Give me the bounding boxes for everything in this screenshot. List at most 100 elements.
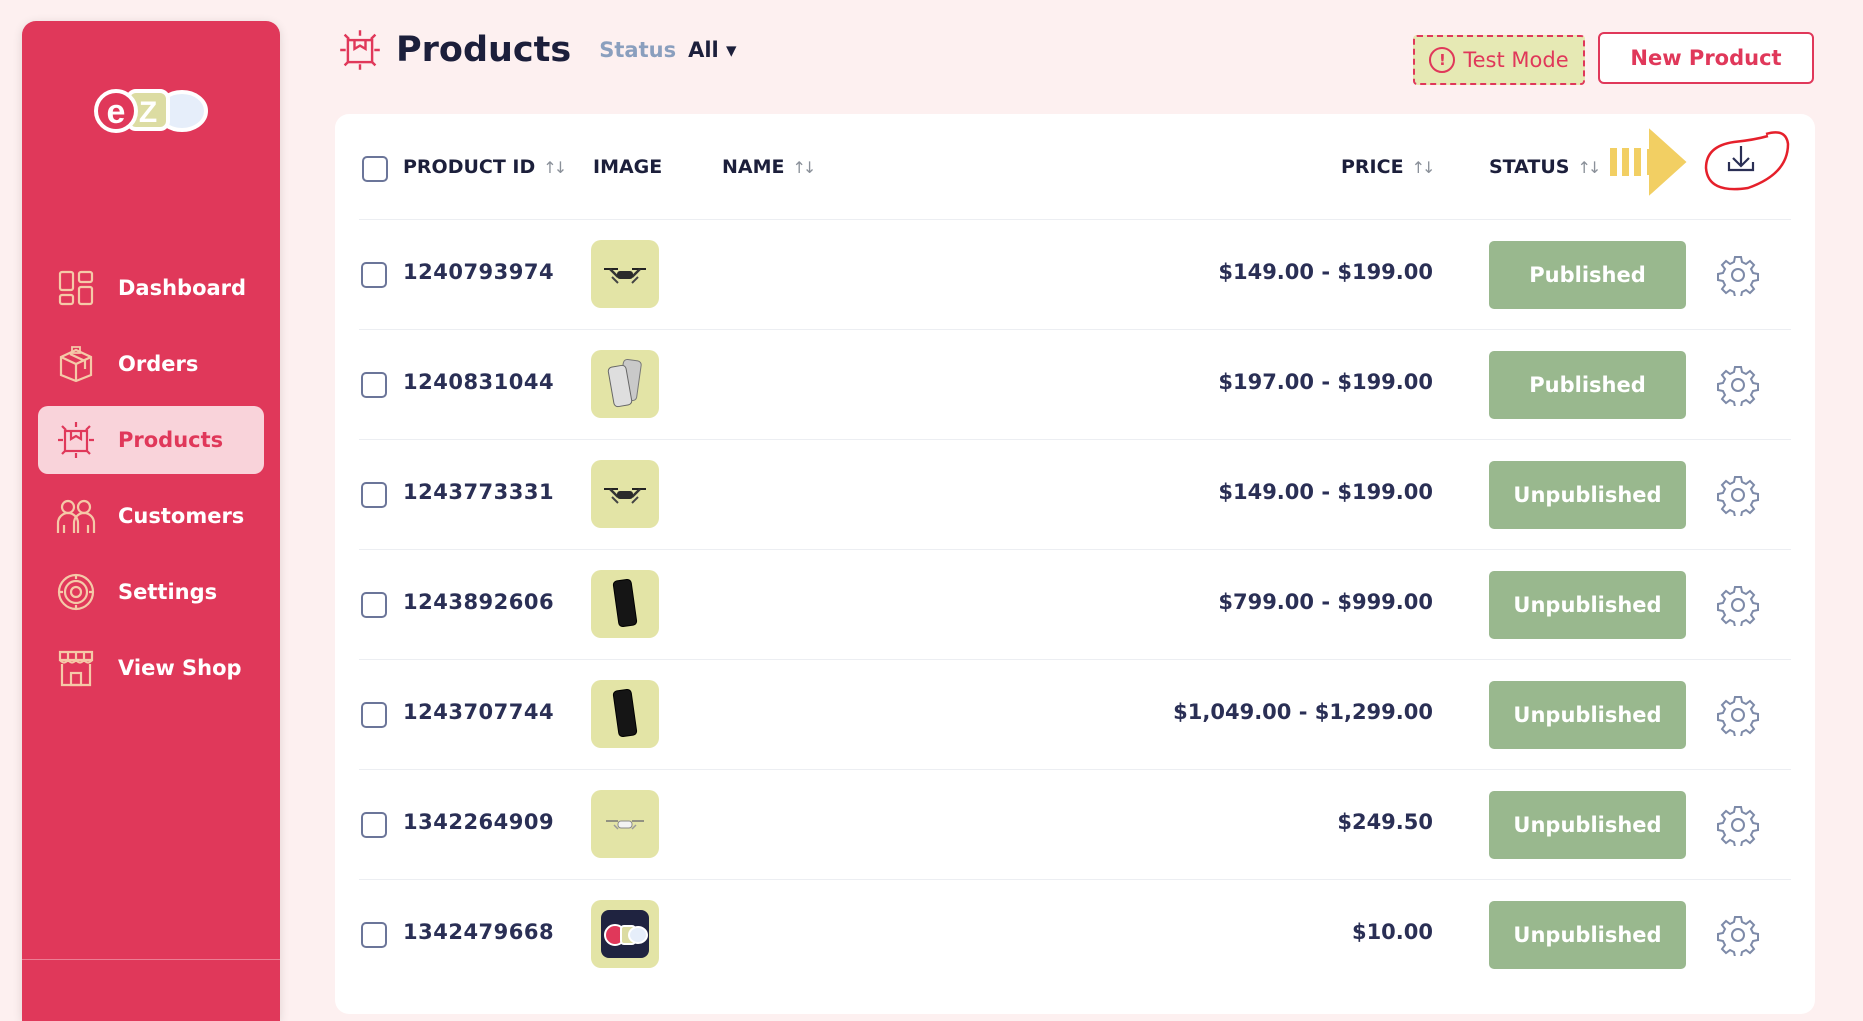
product-id[interactable]: 1243892606 xyxy=(403,590,554,614)
table-row[interactable]: 1243773331 $149.00 - $199.00 Unpublished xyxy=(359,439,1791,550)
sidebar-item-orders[interactable]: Orders xyxy=(38,330,264,398)
row-checkbox[interactable] xyxy=(361,262,387,288)
column-image: IMAGE xyxy=(593,156,662,178)
page-title: Products xyxy=(396,30,572,70)
sidebar-item-label: Customers xyxy=(118,504,245,528)
product-price: $10.00 xyxy=(1351,920,1433,944)
status-button[interactable]: Unpublished xyxy=(1489,681,1686,749)
test-mode-label: Test Mode xyxy=(1463,48,1569,72)
column-name[interactable]: NAME ↑↓ xyxy=(722,156,817,178)
column-status[interactable]: STATUS ↑↓ xyxy=(1489,156,1601,178)
sort-icon[interactable]: ↑↓ xyxy=(1412,158,1436,177)
gear-icon[interactable] xyxy=(1717,254,1759,298)
sidebar-item-customers[interactable]: Customers xyxy=(38,482,264,550)
sidebar-item-label: View Shop xyxy=(118,656,242,680)
gear-icon[interactable] xyxy=(1717,584,1759,628)
row-checkbox[interactable] xyxy=(361,372,387,398)
annotation-arrow xyxy=(1610,123,1690,201)
orders-box-icon xyxy=(56,344,96,384)
column-label: IMAGE xyxy=(593,156,663,178)
product-image[interactable] xyxy=(591,460,659,528)
row-checkbox[interactable] xyxy=(361,812,387,838)
sidebar-item-dashboard[interactable]: Dashboard xyxy=(38,254,264,322)
row-checkbox[interactable] xyxy=(361,922,387,948)
status-button[interactable]: Unpublished xyxy=(1489,901,1686,969)
product-price: $249.50 xyxy=(1337,810,1433,834)
table-row[interactable]: 1240831044 $197.00 - $199.00 Published xyxy=(359,329,1791,440)
svg-text:e: e xyxy=(107,93,126,131)
product-image[interactable] xyxy=(591,240,659,308)
page-header: Products Status All ▾ xyxy=(338,28,737,72)
status-filter-select[interactable]: All ▾ xyxy=(688,38,737,62)
dashboard-icon xyxy=(56,268,96,308)
product-id[interactable]: 1342264909 xyxy=(403,810,554,834)
svg-text:Z: Z xyxy=(139,96,157,129)
sidebar-item-label: Settings xyxy=(118,580,218,604)
products-box-icon xyxy=(340,30,380,70)
row-checkbox[interactable] xyxy=(361,482,387,508)
status-button[interactable]: Published xyxy=(1489,351,1686,419)
table-row[interactable]: 1243707744 $1,049.00 - $1,299.00 Unpublish… xyxy=(359,659,1791,770)
products-table: PRODUCT ID ↑↓ IMAGE NAME ↑↓ PRICE ↑↓ STA… xyxy=(335,114,1815,1014)
sidebar-divider xyxy=(22,959,280,960)
product-image[interactable] xyxy=(591,350,659,418)
table-row[interactable]: 1342264909 $249.50 Unpublished xyxy=(359,769,1791,880)
product-price: $1,049.00 - $1,299.00 xyxy=(1173,700,1433,724)
eze-logo[interactable]: e Z xyxy=(90,71,210,137)
table-row[interactable]: 1243892606 $799.00 - $999.00 Unpublished xyxy=(359,549,1791,660)
sidebar-item-label: Dashboard xyxy=(118,276,247,300)
product-price: $197.00 - $199.00 xyxy=(1218,370,1433,394)
product-price: $149.00 - $199.00 xyxy=(1218,480,1433,504)
product-id[interactable]: 1342479668 xyxy=(403,920,554,944)
sort-icon[interactable]: ↑↓ xyxy=(543,158,567,177)
gear-icon[interactable] xyxy=(1717,914,1759,958)
column-price[interactable]: PRICE ↑↓ xyxy=(1341,156,1436,178)
shop-icon xyxy=(56,648,96,688)
column-product-id[interactable]: PRODUCT ID ↑↓ xyxy=(403,156,567,178)
status-button[interactable]: Unpublished xyxy=(1489,461,1686,529)
products-box-icon xyxy=(56,420,96,460)
gear-icon[interactable] xyxy=(1717,364,1759,408)
column-label: PRODUCT ID xyxy=(403,156,536,178)
column-label: NAME xyxy=(722,156,785,178)
gear-icon[interactable] xyxy=(1717,694,1759,738)
select-all-checkbox[interactable] xyxy=(362,156,388,182)
product-price: $799.00 - $999.00 xyxy=(1218,590,1433,614)
column-label: PRICE xyxy=(1341,156,1404,178)
product-image[interactable] xyxy=(591,570,659,638)
sidebar-item-label: Products xyxy=(118,428,224,452)
table-row[interactable]: 1342479668 $10.00 Unpublished xyxy=(359,879,1791,990)
status-button[interactable]: Unpublished xyxy=(1489,571,1686,639)
product-image[interactable] xyxy=(591,790,659,858)
alert-icon: ! xyxy=(1429,47,1456,73)
test-mode-badge[interactable]: ! Test Mode xyxy=(1413,35,1585,85)
sort-icon[interactable]: ↑↓ xyxy=(1577,158,1601,177)
sidebar-item-view-shop[interactable]: View Shop xyxy=(38,634,264,702)
gear-icon[interactable] xyxy=(1717,474,1759,518)
table-row[interactable]: 1240793974 $149.00 - $199.00 Published xyxy=(359,219,1791,330)
row-checkbox[interactable] xyxy=(361,702,387,728)
row-checkbox[interactable] xyxy=(361,592,387,618)
sort-icon[interactable]: ↑↓ xyxy=(793,158,817,177)
product-id[interactable]: 1240793974 xyxy=(403,260,554,284)
sidebar-item-settings[interactable]: Settings xyxy=(38,558,264,626)
product-id[interactable]: 1243773331 xyxy=(403,480,554,504)
status-button[interactable]: Published xyxy=(1489,241,1686,309)
status-button[interactable]: Unpublished xyxy=(1489,791,1686,859)
gear-icon[interactable] xyxy=(1717,804,1759,848)
settings-icon xyxy=(56,572,96,612)
sidebar-item-label: Orders xyxy=(118,352,199,376)
product-price: $149.00 - $199.00 xyxy=(1218,260,1433,284)
product-image[interactable] xyxy=(591,900,659,968)
column-label: STATUS xyxy=(1489,156,1570,178)
sidebar-item-products[interactable]: Products xyxy=(38,406,264,474)
download-icon[interactable] xyxy=(1700,126,1792,196)
customers-icon xyxy=(56,496,96,536)
product-id[interactable]: 1240831044 xyxy=(403,370,554,394)
new-product-button[interactable]: New Product xyxy=(1598,32,1814,84)
product-image[interactable] xyxy=(591,680,659,748)
table-header: PRODUCT ID ↑↓ IMAGE NAME ↑↓ PRICE ↑↓ STA… xyxy=(335,114,1815,219)
sidebar: e Z Dashboard Orders Products Customers … xyxy=(22,21,280,1021)
status-filter-label: Status xyxy=(599,38,677,62)
product-id[interactable]: 1243707744 xyxy=(403,700,554,724)
